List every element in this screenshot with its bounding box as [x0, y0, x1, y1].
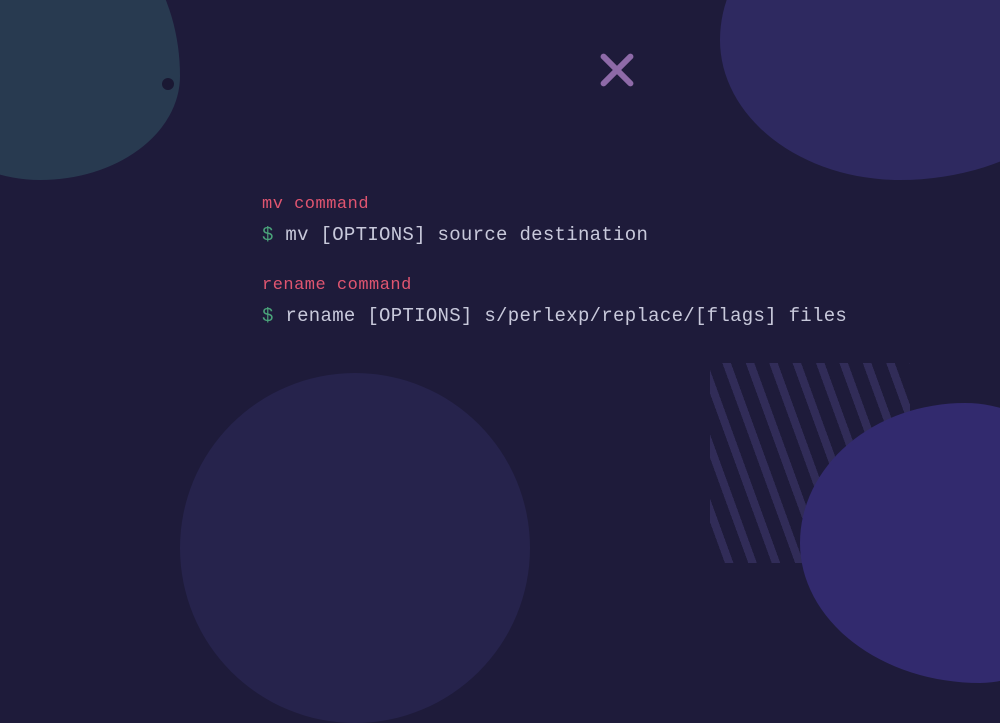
code-content: mv command $ mv [OPTIONS] source destina… — [262, 195, 847, 357]
mv-command-block: mv command $ mv [OPTIONS] source destina… — [262, 195, 847, 246]
decorative-blob — [720, 0, 1000, 180]
prompt-symbol: $ — [262, 305, 274, 327]
command-line: $ rename [OPTIONS] s/perlexp/replace/[fl… — [262, 305, 847, 327]
decorative-blob — [0, 0, 180, 180]
command-text: rename [OPTIONS] s/perlexp/replace/[flag… — [285, 305, 847, 327]
command-text: mv [OPTIONS] source destination — [285, 224, 648, 246]
cross-icon — [595, 48, 639, 92]
command-label: mv command — [262, 195, 847, 214]
command-line: $ mv [OPTIONS] source destination — [262, 224, 847, 246]
decorative-blob — [180, 373, 530, 723]
prompt-symbol: $ — [262, 224, 274, 246]
rename-command-block: rename command $ rename [OPTIONS] s/perl… — [262, 276, 847, 327]
decorative-dot — [162, 78, 174, 90]
command-label: rename command — [262, 276, 847, 295]
